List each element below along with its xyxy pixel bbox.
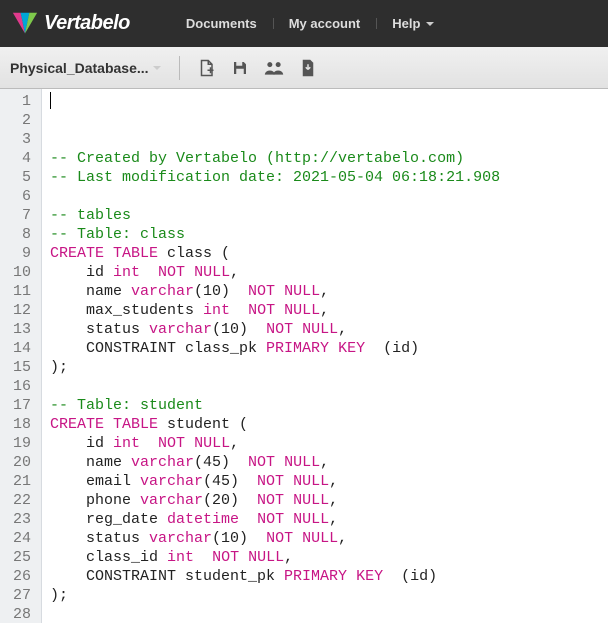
code-line: status varchar(10) NOT NULL, <box>50 529 500 548</box>
line-number: 10 <box>6 263 31 282</box>
code-line: CREATE TABLE class ( <box>50 244 500 263</box>
code-line: -- Created by Vertabelo (http://vertabel… <box>50 149 500 168</box>
nav-links: Documents My account Help <box>170 16 450 31</box>
toolbar-separator <box>179 56 180 80</box>
logo-text: Vertabelo <box>44 12 130 35</box>
line-number: 24 <box>6 529 31 548</box>
line-number: 2 <box>6 111 31 130</box>
code-line: ); <box>50 358 500 377</box>
toolbar: Physical_Database... <box>0 47 608 89</box>
download-button[interactable] <box>294 54 322 82</box>
line-number: 16 <box>6 377 31 396</box>
code-line: phone varchar(20) NOT NULL, <box>50 491 500 510</box>
new-file-button[interactable] <box>192 54 220 82</box>
code-line: email varchar(45) NOT NULL, <box>50 472 500 491</box>
line-number: 26 <box>6 567 31 586</box>
code-area[interactable]: -- Created by Vertabelo (http://vertabel… <box>42 89 500 623</box>
code-line: CONSTRAINT student_pk PRIMARY KEY (id) <box>50 567 500 586</box>
code-line: id int NOT NULL, <box>50 263 500 282</box>
line-number: 9 <box>6 244 31 263</box>
top-nav: Vertabelo Documents My account Help <box>0 0 608 47</box>
code-line: CREATE TABLE student ( <box>50 415 500 434</box>
line-number: 14 <box>6 339 31 358</box>
line-number: 21 <box>6 472 31 491</box>
code-line: id int NOT NULL, <box>50 434 500 453</box>
code-line: -- Table: class <box>50 225 500 244</box>
line-number: 5 <box>6 168 31 187</box>
line-number: 27 <box>6 586 31 605</box>
line-number: 1 <box>6 92 31 111</box>
line-number: 12 <box>6 301 31 320</box>
line-number: 20 <box>6 453 31 472</box>
nav-documents-label: Documents <box>186 16 257 31</box>
code-line <box>50 377 500 396</box>
code-line: ); <box>50 586 500 605</box>
code-line: CONSTRAINT class_pk PRIMARY KEY (id) <box>50 339 500 358</box>
breadcrumb-label: Physical_Database... <box>10 60 149 76</box>
save-icon <box>231 59 249 77</box>
save-button[interactable] <box>226 54 254 82</box>
code-line: status varchar(10) NOT NULL, <box>50 320 500 339</box>
nav-my-account[interactable]: My account <box>273 16 377 31</box>
code-line: name varchar(45) NOT NULL, <box>50 453 500 472</box>
line-number: 25 <box>6 548 31 567</box>
line-number: 4 <box>6 149 31 168</box>
line-number: 3 <box>6 130 31 149</box>
line-number: 6 <box>6 187 31 206</box>
line-number: 23 <box>6 510 31 529</box>
nav-documents[interactable]: Documents <box>170 16 273 31</box>
logo[interactable]: Vertabelo <box>12 11 130 37</box>
logo-icon <box>12 11 38 37</box>
line-number: 13 <box>6 320 31 339</box>
code-line: name varchar(10) NOT NULL, <box>50 282 500 301</box>
chevron-down-icon <box>426 22 434 26</box>
chevron-down-icon <box>153 66 161 70</box>
users-icon <box>264 59 284 77</box>
nav-help[interactable]: Help <box>376 16 450 31</box>
line-gutter: 1234567891011121314151617181920212223242… <box>0 89 42 623</box>
download-file-icon <box>300 59 316 77</box>
line-number: 11 <box>6 282 31 301</box>
line-number: 17 <box>6 396 31 415</box>
nav-help-label: Help <box>392 16 420 31</box>
nav-my-account-label: My account <box>289 16 361 31</box>
code-editor[interactable]: 1234567891011121314151617181920212223242… <box>0 89 608 623</box>
line-number: 28 <box>6 605 31 623</box>
breadcrumb[interactable]: Physical_Database... <box>8 60 167 76</box>
line-number: 7 <box>6 206 31 225</box>
code-line: -- Last modification date: 2021-05-04 06… <box>50 168 500 187</box>
code-line: reg_date datetime NOT NULL, <box>50 510 500 529</box>
code-line: -- Table: student <box>50 396 500 415</box>
line-number: 8 <box>6 225 31 244</box>
file-plus-icon <box>197 59 215 77</box>
share-button[interactable] <box>260 54 288 82</box>
code-line <box>50 605 500 623</box>
code-line <box>50 187 500 206</box>
line-number: 15 <box>6 358 31 377</box>
text-cursor <box>50 92 51 109</box>
line-number: 22 <box>6 491 31 510</box>
line-number: 18 <box>6 415 31 434</box>
line-number: 19 <box>6 434 31 453</box>
code-line: -- tables <box>50 206 500 225</box>
code-line: max_students int NOT NULL, <box>50 301 500 320</box>
code-line: class_id int NOT NULL, <box>50 548 500 567</box>
